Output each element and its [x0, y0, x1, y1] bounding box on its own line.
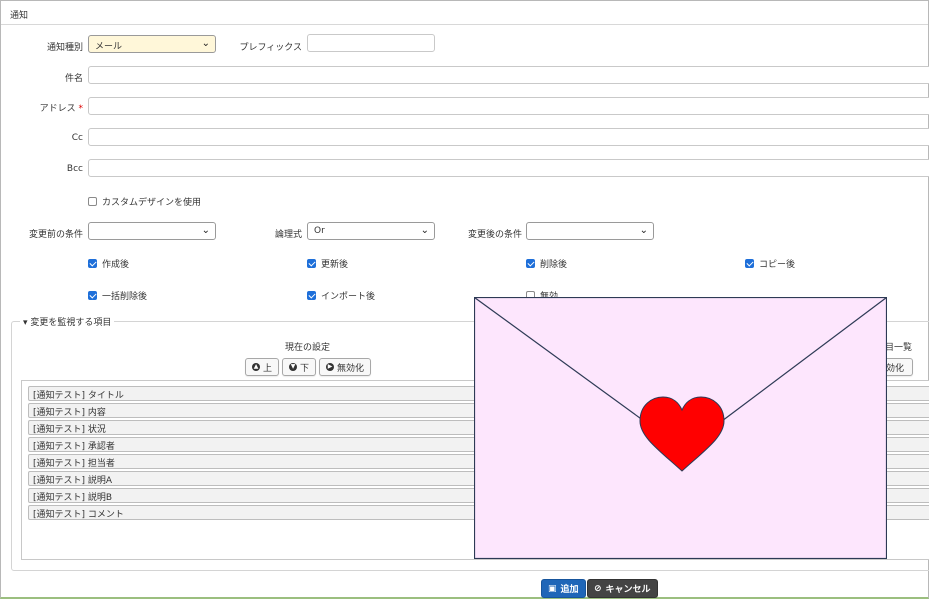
chevron-down-icon: ⌄ [201, 225, 210, 236]
trigger-checkbox-created[interactable]: 作成後 [88, 257, 129, 270]
trigger-label: コピー後 [759, 260, 796, 270]
trigger-checkbox-copied[interactable]: コピー後 [745, 257, 795, 270]
logic-select[interactable]: Or ⌄ [307, 222, 435, 240]
cc-label: Cc [71, 133, 83, 143]
logic-value: Or [314, 226, 325, 236]
disable-button[interactable]: ▶ 無効化 [319, 358, 372, 376]
add-label: 追加 [560, 585, 579, 595]
checkbox-box[interactable] [526, 259, 535, 268]
envelope-heart-icon [474, 297, 887, 559]
checkbox-box[interactable] [307, 259, 316, 268]
trigger-label: 一括削除後 [102, 292, 148, 302]
cancel-label: キャンセル [605, 585, 651, 595]
subject-input[interactable] [88, 66, 929, 84]
arrow-right-icon: ▶ [326, 363, 334, 371]
arrow-down-icon: ▼ [289, 363, 297, 371]
checkbox-box[interactable] [88, 197, 97, 206]
after-condition-select[interactable]: ⌄ [526, 222, 654, 240]
notification-type-select[interactable]: メール ⌄ [88, 35, 216, 53]
subject-label: 件名 [64, 74, 83, 84]
logic-label: 論理式 [274, 230, 302, 240]
bcc-input[interactable] [88, 159, 929, 177]
current-settings-title: 現在の設定 [285, 343, 331, 353]
notification-type-value: メール [95, 42, 123, 52]
trigger-label: 更新後 [321, 260, 349, 270]
trigger-label: 作成後 [102, 260, 130, 270]
panel-title: 通知 [10, 11, 29, 21]
before-condition-label: 変更前の条件 [28, 230, 83, 240]
cancel-button[interactable]: ⊘ キャンセル [587, 579, 658, 598]
trigger-checkbox-imported[interactable]: インポート後 [307, 289, 375, 302]
custom-design-label: カスタムデザインを使用 [102, 198, 202, 208]
chevron-down-icon: ⌄ [420, 225, 429, 236]
cancel-icon: ⊘ [594, 583, 602, 594]
checkbox-box[interactable] [88, 291, 97, 300]
trigger-label: インポート後 [321, 292, 376, 302]
prefix-label: プレフィックス [239, 43, 302, 53]
notification-type-label: 通知種別 [46, 43, 83, 53]
checkbox-box[interactable] [745, 259, 754, 268]
add-button[interactable]: ▣ 追加 [541, 579, 586, 598]
bcc-label: Bcc [66, 164, 83, 174]
trigger-label: 削除後 [540, 260, 568, 270]
cc-input[interactable] [88, 128, 929, 146]
checkbox-box[interactable] [88, 259, 97, 268]
trigger-checkbox-deleted[interactable]: 削除後 [526, 257, 567, 270]
move-up-label: 上 [263, 363, 273, 374]
disable-label: 無効化 [337, 363, 365, 374]
prefix-input[interactable] [307, 34, 435, 52]
trigger-checkbox-updated[interactable]: 更新後 [307, 257, 348, 270]
trigger-checkbox-bulk-deleted[interactable]: 一括削除後 [88, 289, 147, 302]
address-label: アドレス * [40, 101, 83, 114]
before-condition-select[interactable]: ⌄ [88, 222, 216, 240]
monitor-legend-text: 変更を監視する項目 [30, 318, 112, 328]
arrow-up-icon: ▲ [252, 363, 260, 371]
after-condition-label: 変更後の条件 [467, 230, 522, 240]
checkbox-box[interactable] [307, 291, 316, 300]
chevron-down-icon: ⌄ [201, 38, 210, 49]
address-label-text: アドレス [39, 104, 76, 114]
panel-header: 通知 [1, 1, 928, 25]
move-down-button[interactable]: ▼ 下 [282, 358, 317, 376]
monitor-legend[interactable]: ▾ 変更を監視する項目 [20, 315, 115, 328]
save-icon: ▣ [548, 583, 557, 594]
move-down-label: 下 [300, 363, 310, 374]
address-input[interactable] [88, 97, 929, 115]
custom-design-checkbox[interactable]: カスタムデザインを使用 [88, 195, 201, 208]
required-mark: * [78, 104, 84, 114]
chevron-down-icon: ⌄ [639, 225, 648, 236]
move-up-button[interactable]: ▲ 上 [245, 358, 280, 376]
